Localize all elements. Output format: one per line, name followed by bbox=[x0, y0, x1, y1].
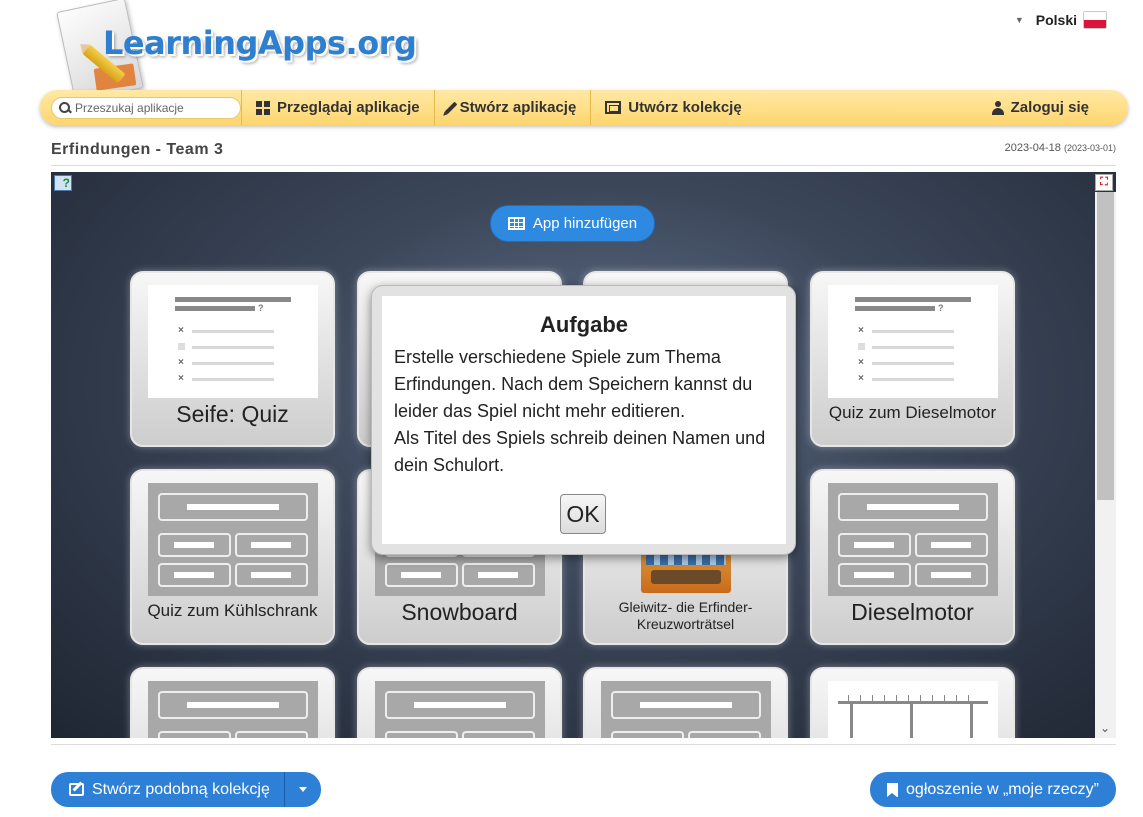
collection-header: Erfindungen - Team 3 2023-04-18 (2023-03… bbox=[51, 140, 1116, 166]
search-icon[interactable] bbox=[58, 101, 72, 115]
language-label: Polski bbox=[1035, 12, 1077, 28]
add-app-button[interactable]: App hinzufügen bbox=[490, 205, 655, 242]
user-icon bbox=[991, 100, 1004, 115]
collection-icon bbox=[605, 101, 622, 114]
nav-create-collection[interactable]: Utwórz kolekcję bbox=[590, 90, 755, 125]
app-card[interactable]: ? × × × Quiz zum Dieselmotor bbox=[810, 271, 1015, 447]
search-box bbox=[51, 96, 241, 119]
similar-collection-button-group: Stwórz podobną kolekcję bbox=[51, 772, 321, 807]
create-similar-collection-button[interactable]: Stwórz podobną kolekcję bbox=[51, 772, 285, 807]
nav-login[interactable]: Zaloguj się bbox=[978, 90, 1103, 125]
date-modified: 2023-04-18 bbox=[1004, 142, 1061, 154]
dropdown-caret-button[interactable] bbox=[285, 772, 321, 807]
pencil-icon bbox=[444, 101, 457, 114]
app-card-label: Quiz zum Kühlschrank bbox=[147, 601, 318, 620]
nav-create-app-label: Stwórz aplikację bbox=[459, 99, 577, 116]
table-icon bbox=[507, 217, 525, 230]
nav-browse-label: Przeglądaj aplikacje bbox=[277, 99, 420, 116]
task-dialog: Aufgabe Erstelle verschiedene Spiele zum… bbox=[371, 285, 796, 555]
bookmark-button[interactable]: ogłoszenie w „moje rzeczy” bbox=[870, 772, 1116, 807]
dialog-text: Erstelle verschiedene Spiele zum Thema E… bbox=[382, 344, 786, 479]
app-card[interactable]: Quiz zum Kühlschrank bbox=[130, 469, 335, 645]
main-navbar: Przeglądaj aplikacje Stwórz aplikację Ut… bbox=[40, 90, 1128, 125]
grid-thumbnail bbox=[601, 681, 771, 738]
language-selector[interactable]: ▼ Polski bbox=[1015, 11, 1107, 29]
quiz-thumbnail: ? × × × bbox=[148, 285, 318, 398]
diagram-thumbnail bbox=[828, 681, 998, 738]
bookmark-label: ogłoszenie w „moje rzeczy” bbox=[906, 780, 1099, 798]
app-card-label: Dieselmotor bbox=[851, 599, 974, 625]
app-card[interactable] bbox=[810, 667, 1015, 738]
edit-icon bbox=[69, 783, 84, 796]
create-similar-label: Stwórz podobną kolekcję bbox=[92, 780, 270, 798]
app-card[interactable] bbox=[583, 667, 788, 738]
scroll-down-icon[interactable]: ⌄ bbox=[1100, 721, 1110, 735]
app-card[interactable] bbox=[357, 667, 562, 738]
caret-down-icon: ▼ bbox=[1014, 15, 1024, 25]
fullscreen-icon[interactable]: ⛶ bbox=[1095, 174, 1113, 191]
quiz-thumbnail: ? × × × bbox=[828, 285, 998, 398]
collection-frame: ? ⛶ App hinzufügen ? × × × Seife: Quiz ?… bbox=[51, 172, 1116, 738]
app-card-label: Snowboard bbox=[401, 599, 518, 625]
nav-create-app[interactable]: Stwórz aplikację bbox=[433, 90, 591, 125]
frame-scrollbar[interactable]: ⌄ bbox=[1095, 192, 1116, 738]
scrollbar-thumb[interactable] bbox=[1097, 192, 1114, 500]
app-card-label: Gleiwitz- die Erfinder-Kreuzworträtsel bbox=[618, 599, 753, 632]
grid-thumbnail bbox=[828, 483, 998, 596]
help-icon[interactable]: ? bbox=[54, 175, 72, 191]
bookmark-icon bbox=[887, 782, 899, 797]
grid-icon bbox=[256, 100, 270, 115]
app-card[interactable]: ? × × × Seife: Quiz bbox=[130, 271, 335, 447]
app-card[interactable] bbox=[130, 667, 335, 738]
date-created: (2023-03-01) bbox=[1063, 143, 1116, 153]
search-input[interactable] bbox=[75, 100, 235, 115]
nav-create-collection-label: Utwórz kolekcję bbox=[628, 99, 742, 116]
app-card[interactable]: Dieselmotor bbox=[810, 469, 1015, 645]
nav-login-label: Zaloguj się bbox=[1010, 99, 1089, 116]
app-card-label: Seife: Quiz bbox=[176, 401, 289, 427]
grid-thumbnail bbox=[148, 483, 318, 596]
app-card-label: Quiz zum Dieselmotor bbox=[828, 403, 997, 422]
grid-thumbnail bbox=[375, 681, 545, 738]
dialog-text-line1: Erstelle verschiedene Spiele zum Thema E… bbox=[394, 347, 753, 421]
page-title: Erfindungen - Team 3 bbox=[51, 141, 224, 158]
collection-dates: 2023-04-18 (2023-03-01) bbox=[1005, 142, 1116, 154]
add-app-label: App hinzufügen bbox=[532, 215, 638, 232]
logo-text: LearningApps.org bbox=[103, 24, 417, 62]
task-dialog-body: Aufgabe Erstelle verschiedene Spiele zum… bbox=[382, 296, 786, 544]
ok-button[interactable]: OK bbox=[560, 494, 606, 534]
nav-browse-apps[interactable]: Przeglądaj aplikacje bbox=[241, 90, 434, 125]
divider bbox=[51, 744, 1116, 745]
poland-flag-icon bbox=[1083, 11, 1107, 29]
site-logo[interactable]: LearningApps.org bbox=[55, 0, 417, 103]
grid-thumbnail bbox=[148, 681, 318, 738]
page: LearningApps.org ▼ Polski Przeglądaj apl… bbox=[0, 0, 1143, 817]
dialog-text-line2: Als Titel des Spiels schreib deinen Name… bbox=[394, 428, 766, 475]
dialog-title: Aufgabe bbox=[540, 312, 628, 337]
